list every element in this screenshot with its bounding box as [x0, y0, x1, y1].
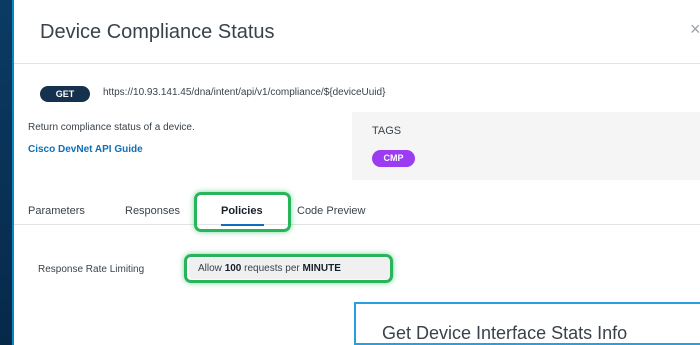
rate-limit-highlight	[184, 254, 393, 283]
endpoint-description: Return compliance status of a device.	[28, 122, 195, 133]
tab-parameters[interactable]: Parameters	[28, 205, 85, 217]
tab-bar: Parameters Responses Policies Code Previ…	[14, 195, 700, 225]
endpoint-url: https://10.93.141.45/dna/intent/api/v1/c…	[103, 87, 386, 98]
http-method-badge: GET	[40, 86, 90, 102]
related-api-card-title: Get Device Interface Stats Info	[382, 323, 628, 343]
related-api-card[interactable]: Get Device Interface Stats Info	[354, 302, 700, 345]
modal-header: Device Compliance Status ×	[14, 0, 700, 64]
rate-limit-label: Response Rate Limiting	[38, 264, 145, 275]
tags-label: TAGS	[372, 125, 402, 137]
compliance-modal: Device Compliance Status × GET https://1…	[12, 0, 700, 345]
tags-panel: TAGS CMP	[352, 112, 700, 180]
tab-responses[interactable]: Responses	[125, 205, 180, 217]
modal-title: Device Compliance Status	[40, 21, 275, 43]
policies-tab-highlight	[194, 192, 291, 232]
tag-chip-cmp[interactable]: CMP	[372, 150, 415, 167]
close-icon[interactable]: ×	[690, 20, 700, 38]
tab-code-preview[interactable]: Code Preview	[297, 205, 365, 217]
api-guide-link[interactable]: Cisco DevNet API Guide	[28, 144, 143, 155]
